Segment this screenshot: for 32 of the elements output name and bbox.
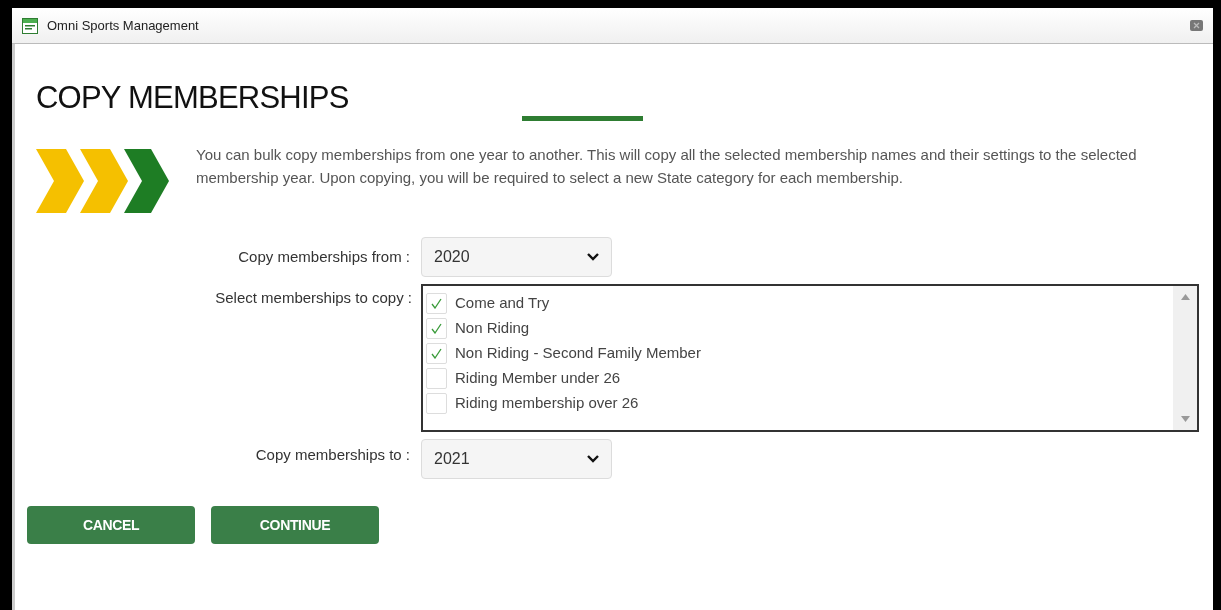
membership-item[interactable]: Non Riding <box>426 316 1173 341</box>
field-label: Copy memberships to : <box>254 445 410 466</box>
check-icon <box>431 298 442 309</box>
field-label: Select memberships to copy : <box>214 288 412 308</box>
chevrons-icon <box>36 149 169 213</box>
page-heading: COPY MEMBERSHIPS <box>36 82 349 113</box>
close-icon[interactable] <box>1190 20 1203 31</box>
chevron-down-icon <box>587 455 599 463</box>
scrollbar[interactable] <box>1173 286 1197 430</box>
check-icon <box>431 323 442 334</box>
checkbox[interactable] <box>426 368 447 389</box>
chevron-down-icon <box>587 253 599 261</box>
checkbox[interactable] <box>426 318 447 339</box>
membership-item[interactable]: Riding membership over 26 <box>426 391 1173 416</box>
field-label: Copy memberships from : <box>237 246 410 267</box>
continue-button[interactable]: CONTINUE <box>211 506 379 544</box>
intro-text: You can bulk copy memberships from one year to another. This will copy all the selected membership names and their settings to the selected membership year. Upon copying, you will be required to select a new State category for each membership. <box>196 145 1138 188</box>
checkbox[interactable] <box>426 343 447 364</box>
checkbox[interactable] <box>426 293 447 314</box>
check-icon <box>431 348 442 359</box>
window-title: Omni Sports Management <box>47 16 199 35</box>
scroll-up-icon[interactable] <box>1180 294 1190 300</box>
window-icon <box>22 17 38 34</box>
cancel-button[interactable]: CANCEL <box>27 506 195 544</box>
membership-list[interactable]: Come and Try Non Riding Non Riding - Second Family Member Riding Member under 26 Riding membership over 26 <box>421 284 1199 432</box>
year-select[interactable]: 2020 <box>421 237 612 277</box>
year-select[interactable]: 2021 <box>421 439 612 479</box>
membership-item[interactable]: Riding Member under 26 <box>426 366 1173 391</box>
membership-item[interactable]: Non Riding - Second Family Member <box>426 341 1173 366</box>
scroll-down-icon[interactable] <box>1180 416 1190 422</box>
checkbox[interactable] <box>426 393 447 414</box>
membership-item[interactable]: Come and Try <box>426 291 1173 316</box>
